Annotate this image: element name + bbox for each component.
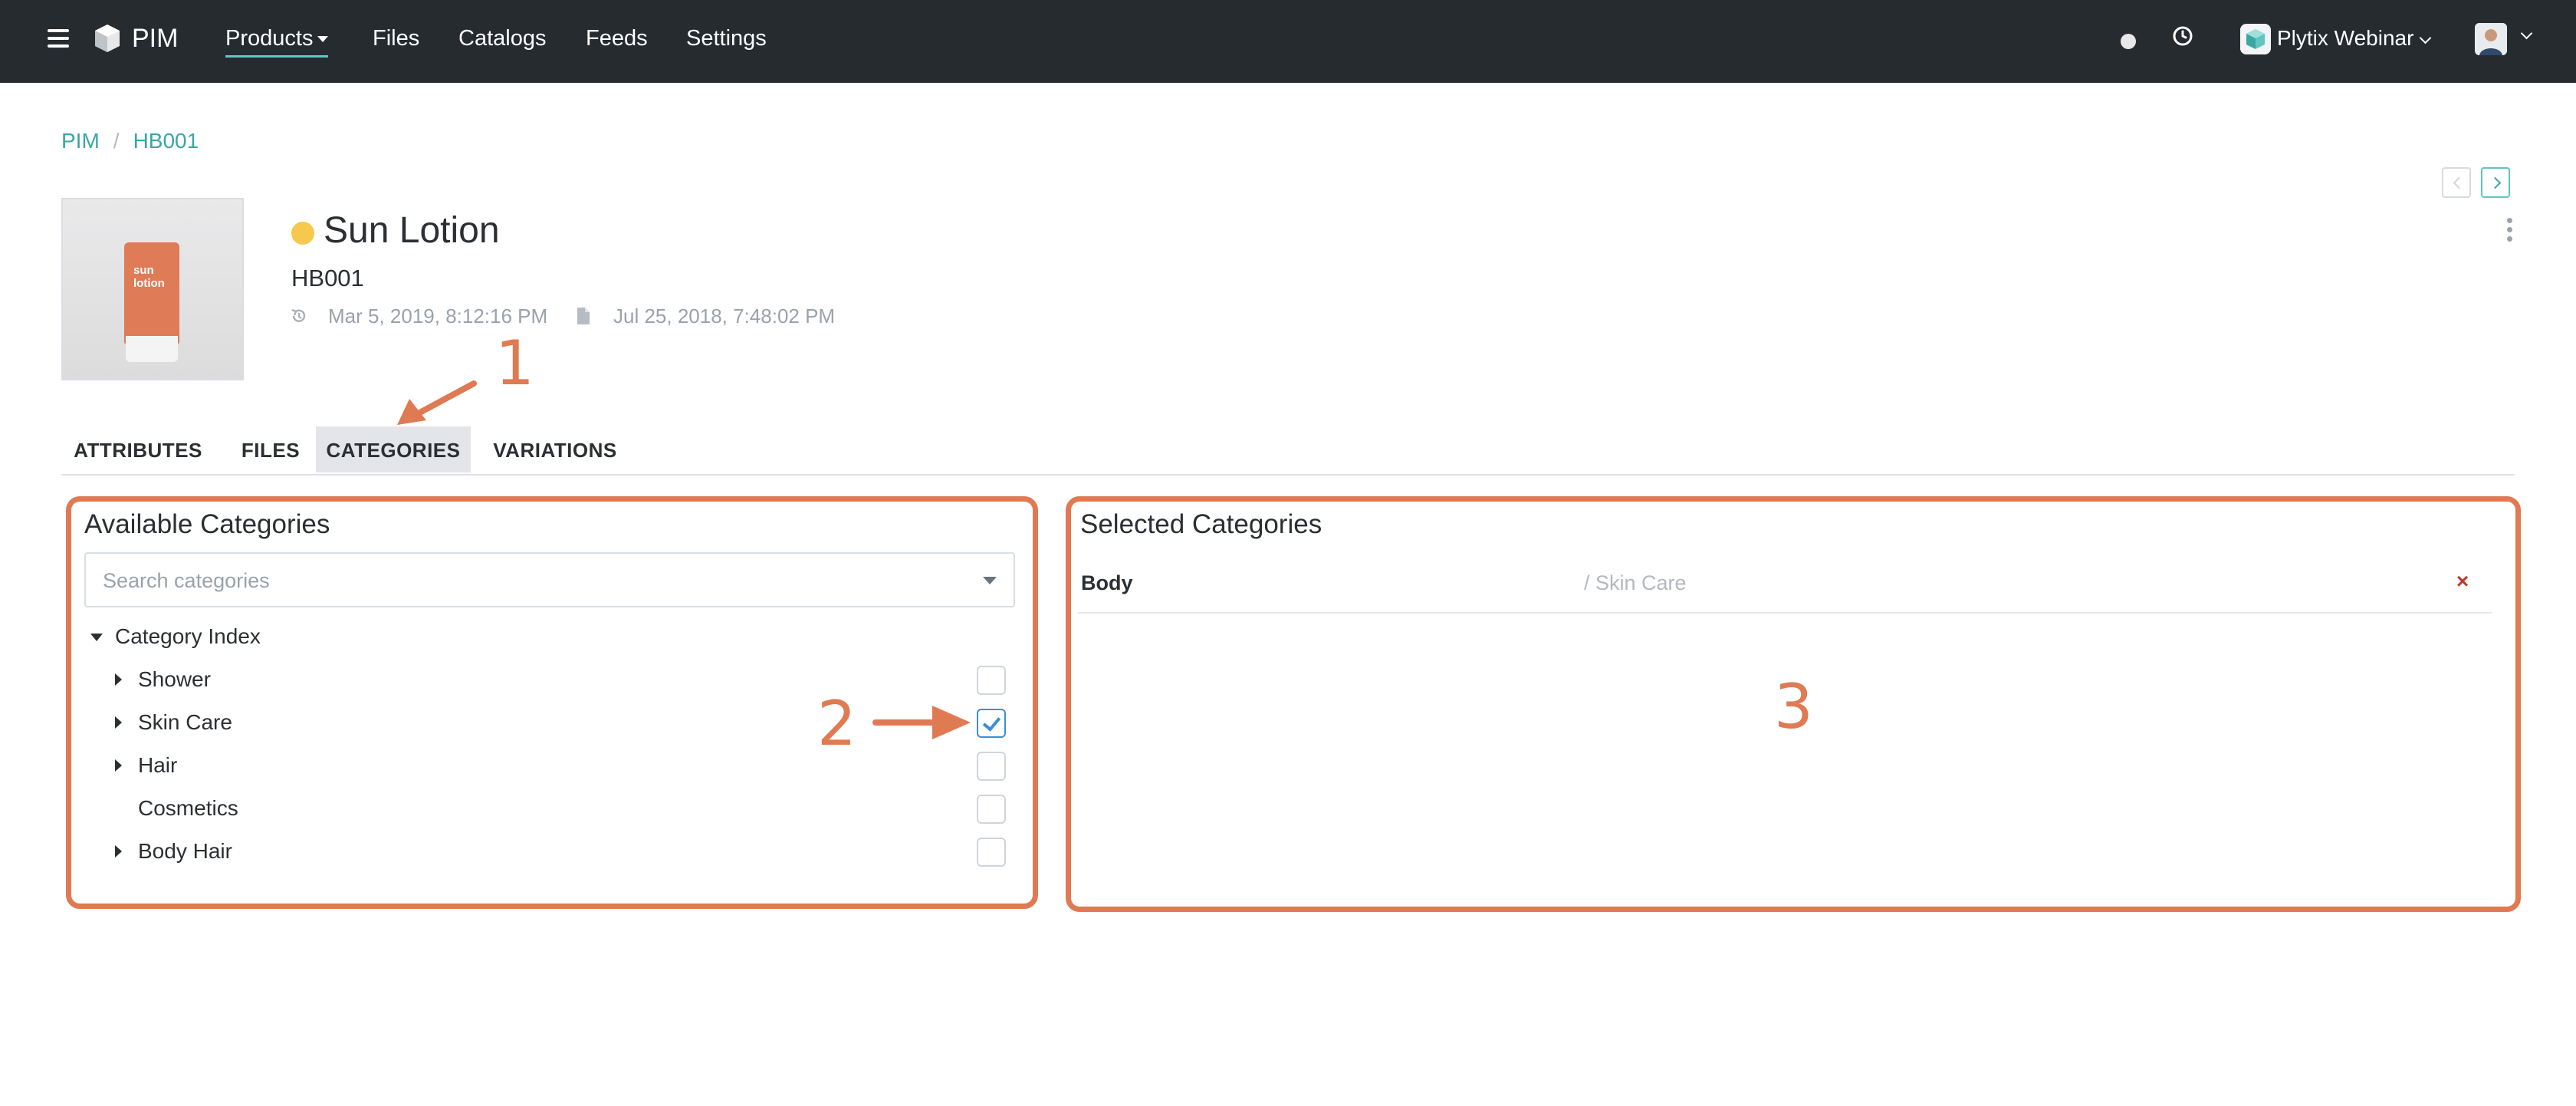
annotation-number-1: 1 <box>495 328 534 399</box>
checkbox-body-hair[interactable] <box>977 838 1006 867</box>
selected-category-name: Body <box>1081 571 1133 594</box>
tube-label: sun lotion <box>133 264 165 290</box>
cube-logo-icon <box>95 25 120 52</box>
available-categories-title: Available Categories <box>84 509 330 539</box>
checkmark-icon <box>982 713 1001 732</box>
history-icon <box>291 308 306 322</box>
breadcrumb-separator: / <box>113 129 120 153</box>
breadcrumb-link-pim[interactable]: PIM <box>61 129 100 153</box>
product-status-indicator <box>291 222 314 245</box>
previous-product-button[interactable] <box>2442 167 2471 198</box>
tree-item-cosmetics[interactable]: Cosmetics <box>138 795 238 822</box>
lotion-tube-cap <box>126 336 178 362</box>
next-product-button[interactable] <box>2481 167 2510 198</box>
checkbox-skin-care[interactable] <box>977 709 1006 738</box>
created-date: Jul 25, 2018, 7:48:02 PM <box>613 304 836 328</box>
organization-switcher[interactable]: Plytix Webinar <box>2277 25 2432 52</box>
product-thumbnail[interactable]: sun lotion <box>61 198 244 380</box>
chevron-left-icon <box>2453 176 2466 189</box>
nav-item-feeds[interactable]: Feeds <box>586 25 648 52</box>
tab-files[interactable]: FILES <box>222 426 319 472</box>
top-navigation-bar: PIM Products Files Catalogs Feeds Settin… <box>0 0 2576 83</box>
selected-category-row: Body / Skin Care × <box>1078 561 2492 614</box>
chevron-down-icon <box>2520 27 2533 40</box>
nav-item-catalogs[interactable]: Catalogs <box>458 25 546 52</box>
tube-label-line: sun <box>133 264 154 277</box>
more-options-icon[interactable] <box>2507 218 2513 242</box>
annotation-arrow-2 <box>872 706 971 739</box>
checkbox-hair[interactable] <box>977 752 1006 781</box>
selected-categories-title: Selected Categories <box>1080 509 1322 539</box>
checkbox-shower[interactable] <box>977 666 1006 695</box>
nav-item-products[interactable]: Products <box>225 25 329 58</box>
clock-icon[interactable] <box>2171 25 2194 48</box>
status-dot-icon[interactable] <box>2121 34 2136 49</box>
product-title: Sun Lotion <box>324 210 500 251</box>
nav-item-label: Products <box>225 26 314 51</box>
checkbox-cosmetics[interactable] <box>977 795 1006 824</box>
file-icon <box>577 308 590 324</box>
tree-item-body-hair[interactable]: Body Hair <box>138 838 232 865</box>
organization-name: Plytix Webinar <box>2277 26 2414 50</box>
annotation-number-3: 3 <box>1774 671 1813 742</box>
dropdown-caret-icon[interactable] <box>983 577 997 584</box>
tree-root-category-index[interactable]: Category Index <box>115 623 261 650</box>
collapse-triangle-icon[interactable] <box>90 634 103 641</box>
expand-triangle-icon[interactable] <box>115 759 122 772</box>
expand-triangle-icon[interactable] <box>115 673 122 686</box>
product-tabs: ATTRIBUTES FILES CATEGORIES VARIATIONS <box>61 426 2515 476</box>
category-search-box[interactable] <box>84 552 1015 607</box>
tree-item-hair[interactable]: Hair <box>138 752 177 779</box>
nav-item-files[interactable]: Files <box>373 25 419 52</box>
remove-category-icon[interactable]: × <box>2452 571 2473 592</box>
chevron-right-icon <box>2489 176 2502 189</box>
hamburger-menu-icon[interactable] <box>48 29 69 48</box>
organization-cube-icon[interactable] <box>2240 24 2271 54</box>
tube-label-line: lotion <box>133 277 165 290</box>
nav-item-settings[interactable]: Settings <box>686 25 767 52</box>
lotion-tube-image <box>124 242 179 344</box>
avatar-menu-chevron[interactable] <box>2515 27 2533 44</box>
avatar[interactable] <box>2475 23 2507 55</box>
tab-categories[interactable]: CATEGORIES <box>316 426 471 472</box>
breadcrumb: PIM / HB001 <box>61 127 199 155</box>
chevron-down-icon <box>2420 31 2432 44</box>
product-sku: HB001 <box>291 265 364 291</box>
tree-item-shower[interactable]: Shower <box>138 666 211 693</box>
caret-down-icon <box>317 36 329 43</box>
tab-variations[interactable]: VARIATIONS <box>478 426 632 472</box>
user-portrait-icon <box>2475 23 2507 55</box>
selected-category-path: / Skin Care <box>1584 571 1687 594</box>
annotation-number-2: 2 <box>817 688 856 759</box>
expand-triangle-icon[interactable] <box>115 716 122 729</box>
annotation-arrow-1 <box>397 380 477 425</box>
brand-name[interactable]: PIM <box>132 23 178 54</box>
tab-attributes[interactable]: ATTRIBUTES <box>61 426 215 472</box>
modified-date: Mar 5, 2019, 8:12:16 PM <box>328 304 548 328</box>
expand-triangle-icon[interactable] <box>115 845 122 857</box>
search-input[interactable] <box>101 565 963 597</box>
breadcrumb-link-sku[interactable]: HB001 <box>133 129 199 153</box>
tree-item-skin-care[interactable]: Skin Care <box>138 709 232 736</box>
